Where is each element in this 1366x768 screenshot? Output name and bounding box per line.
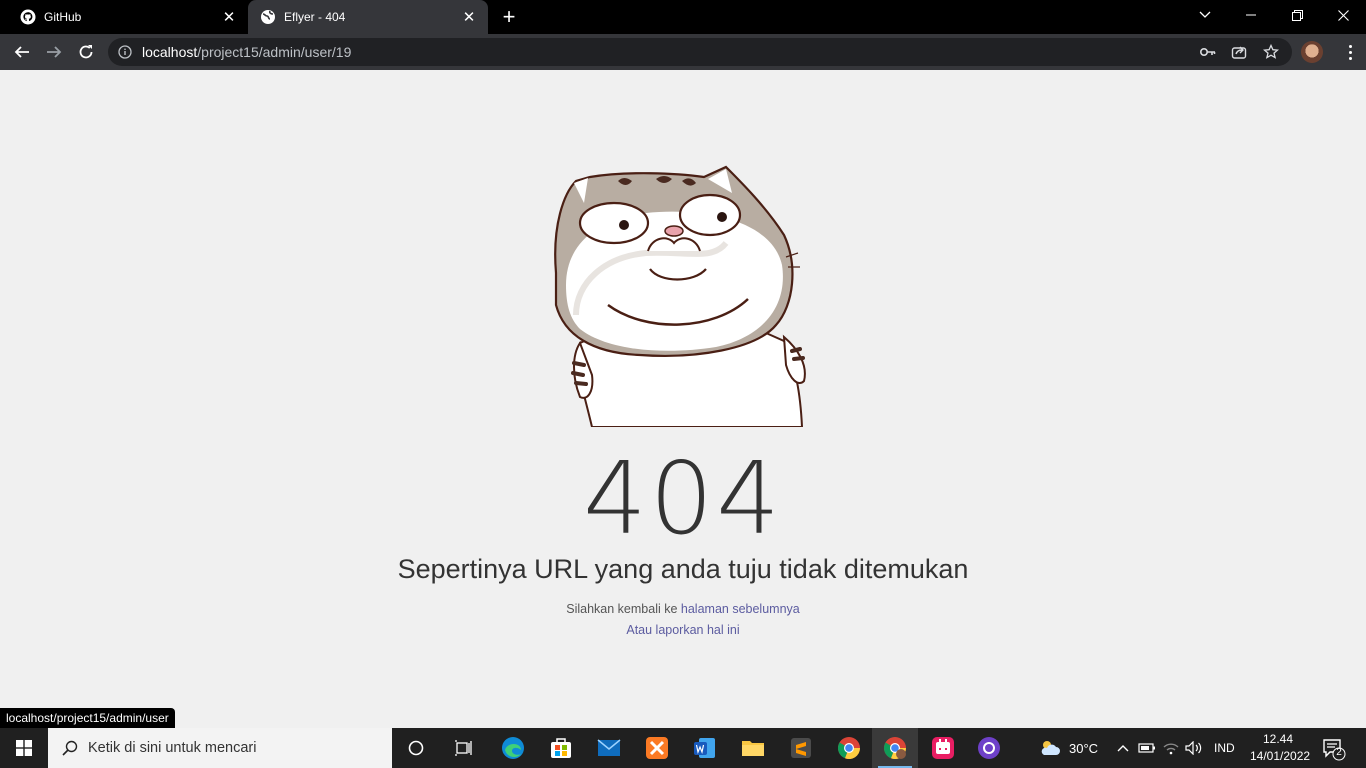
github-icon	[20, 9, 36, 25]
profile-avatar[interactable]	[1301, 41, 1323, 63]
clock-date: 14/01/2022	[1250, 749, 1311, 763]
restore-button[interactable]	[1274, 0, 1320, 30]
forward-button[interactable]	[40, 38, 68, 66]
browser-toolbar: localhost/project15/admin/user/19	[0, 34, 1366, 70]
restore-icon	[1291, 9, 1303, 21]
tab-title: Eflyer - 404	[284, 10, 346, 24]
windows-logo-icon	[16, 740, 32, 756]
minimize-button[interactable]	[1228, 0, 1274, 30]
volume-icon[interactable]	[1185, 739, 1203, 757]
weather-icon[interactable]	[1039, 739, 1061, 757]
search-icon	[62, 740, 78, 756]
reload-icon	[79, 45, 93, 59]
url-path: /project15/admin/user/19	[197, 44, 352, 60]
address-url[interactable]: localhost/project15/admin/user/19	[142, 44, 351, 60]
cortana-icon[interactable]	[393, 728, 439, 768]
wifi-icon[interactable]	[1162, 739, 1180, 757]
chrome-profile-icon[interactable]	[872, 728, 918, 768]
start-button[interactable]	[0, 728, 48, 768]
globe-icon	[260, 9, 276, 25]
cat-illustration	[554, 165, 806, 427]
clock[interactable]: 12.44 14/01/2022	[1250, 731, 1311, 765]
back-button[interactable]	[8, 38, 36, 66]
notification-count: 2	[1336, 747, 1342, 758]
file-explorer-icon[interactable]	[730, 728, 776, 768]
tab-search-button[interactable]	[1182, 0, 1228, 30]
close-icon[interactable]: ✕	[220, 8, 238, 26]
chrome-icon[interactable]	[826, 728, 872, 768]
xampp-icon[interactable]	[634, 728, 680, 768]
arrow-right-icon	[47, 46, 62, 58]
task-view-icon[interactable]	[440, 728, 486, 768]
arrow-left-icon	[14, 46, 29, 58]
tab-github[interactable]: GitHub ✕	[0, 0, 248, 34]
tab-eflyer-404[interactable]: Eflyer - 404 ✕	[248, 0, 488, 34]
minimize-icon	[1246, 14, 1256, 16]
store-icon[interactable]	[538, 728, 584, 768]
share-icon[interactable]	[1231, 44, 1247, 60]
tab-strip: GitHub ✕ Eflyer - 404 ✕ +	[0, 0, 1366, 34]
report-line: Atau laporkan hal ini	[0, 623, 1366, 637]
error-code: 404	[583, 440, 783, 557]
report-link[interactable]: Atau laporkan hal ini	[626, 623, 739, 637]
github-desktop-icon[interactable]	[966, 728, 1012, 768]
close-icon	[1337, 9, 1349, 21]
notification-center-button[interactable]: 2	[1322, 737, 1346, 761]
address-bar[interactable]: localhost/project15/admin/user/19	[108, 38, 1292, 66]
reload-button[interactable]	[72, 38, 100, 66]
weather-temperature[interactable]: 30°C	[1069, 741, 1098, 756]
clock-time: 12.44	[1262, 732, 1294, 746]
windows-taskbar: Ketik di sini untuk mencari 30°C IND 12.…	[0, 728, 1366, 768]
close-window-button[interactable]	[1320, 0, 1366, 30]
bookmark-star-icon[interactable]	[1263, 44, 1279, 60]
sublime-text-icon[interactable]	[778, 728, 824, 768]
back-prefix: Silahkan kembali ke	[566, 602, 681, 616]
battery-icon[interactable]	[1138, 739, 1156, 757]
status-url-bubble: localhost/project15/admin/user	[0, 708, 175, 728]
new-tab-button[interactable]: +	[497, 5, 521, 29]
back-instruction: Silahkan kembali ke halaman sebelumnya	[0, 602, 1366, 616]
taskbar-search[interactable]: Ketik di sini untuk mencari	[48, 728, 392, 768]
tab-title: GitHub	[44, 10, 82, 24]
search-placeholder: Ketik di sini untuk mencari	[88, 740, 257, 756]
url-host: localhost	[142, 44, 198, 60]
app-icon[interactable]	[920, 728, 966, 768]
word-icon[interactable]	[682, 728, 728, 768]
chevron-up-icon[interactable]	[1114, 739, 1132, 757]
chevron-down-icon	[1199, 11, 1211, 18]
info-icon[interactable]	[118, 45, 132, 59]
input-language[interactable]: IND	[1214, 741, 1235, 755]
edge-icon[interactable]	[490, 728, 536, 768]
key-icon[interactable]	[1200, 44, 1216, 60]
error-message: Sepertinya URL yang anda tuju tidak dite…	[397, 554, 969, 584]
previous-page-link[interactable]: halaman sebelumnya	[681, 602, 800, 616]
menu-dots-icon[interactable]	[1340, 38, 1360, 66]
close-icon[interactable]: ✕	[460, 8, 478, 26]
mail-icon[interactable]	[586, 728, 632, 768]
